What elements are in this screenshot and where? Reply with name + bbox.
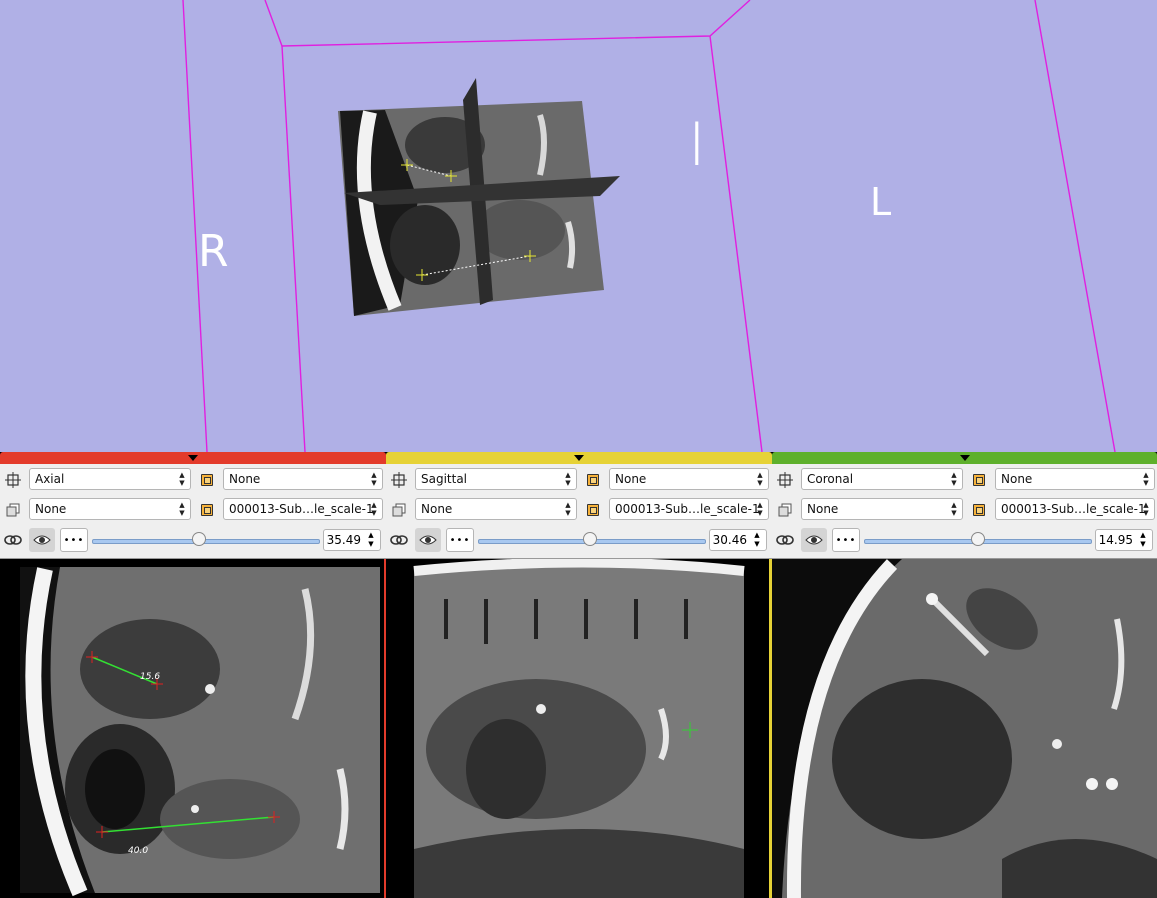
orientation-value: Sagittal — [421, 472, 468, 486]
slice-view-axial[interactable]: 15.6 40.0 — [0, 559, 386, 898]
background-volume-selector[interactable]: 000013-Sub…le_scale-1 ▲ ▼ — [609, 498, 769, 520]
label-map-value: None — [421, 502, 453, 516]
slice-panel-yellow: Sagittal ▲ ▼ None ▲ ▼ None ▲ ▼ 000013-Su… — [386, 452, 772, 898]
ruler-label-2: 40.0 — [128, 846, 148, 856]
slice-offset-spinbox[interactable]: 35.49 ▲ ▼ — [323, 529, 381, 551]
more-options-icon[interactable]: ••• — [60, 528, 88, 552]
orientation-value: Axial — [35, 472, 65, 486]
3d-view[interactable]: R I L — [0, 0, 1157, 452]
background-volume-value: 000013-Sub…le_scale-1 — [1001, 502, 1146, 516]
foreground-volume-icon[interactable] — [194, 468, 220, 492]
label-map-value: None — [35, 502, 67, 516]
slice-controller: Axial ▲ ▼ None ▲ ▼ None ▲ ▼ 000013-Sub…l… — [0, 464, 386, 559]
slice-controller: Coronal ▲ ▼ None ▲ ▼ None ▲ ▼ 000013-Sub… — [772, 464, 1157, 559]
foreground-volume-selector[interactable]: None ▲ ▼ — [995, 468, 1155, 490]
panel-collapse-icon[interactable] — [188, 455, 198, 461]
pin-icon[interactable] — [386, 468, 412, 492]
foreground-volume-selector[interactable]: None ▲ ▼ — [609, 468, 769, 490]
layers-icon[interactable] — [772, 498, 798, 522]
panel-collapse-icon[interactable] — [574, 455, 584, 461]
label-map-selector[interactable]: None ▲ ▼ — [801, 498, 963, 520]
3d-view-canvas[interactable] — [0, 0, 1157, 452]
background-volume-icon[interactable] — [580, 498, 606, 522]
ruler-label-1: 15.6 — [140, 672, 160, 682]
background-volume-icon[interactable] — [194, 498, 220, 522]
foreground-volume-icon[interactable] — [966, 468, 992, 492]
foreground-volume-value: None — [1001, 472, 1033, 486]
background-volume-value: 000013-Sub…le_scale-1 — [615, 502, 760, 516]
background-volume-icon[interactable] — [966, 498, 992, 522]
foreground-volume-value: None — [229, 472, 261, 486]
slice-offset-spinbox[interactable]: 14.95 ▲ ▼ — [1095, 529, 1153, 551]
eye-icon[interactable] — [415, 528, 441, 552]
foreground-volume-selector[interactable]: None ▲ ▼ — [223, 468, 383, 490]
orientation-selector[interactable]: Axial ▲ ▼ — [29, 468, 191, 490]
slice-panel-green: Coronal ▲ ▼ None ▲ ▼ None ▲ ▼ 000013-Sub… — [772, 452, 1157, 898]
pin-icon[interactable] — [0, 468, 26, 492]
eye-icon[interactable] — [801, 528, 827, 552]
foreground-volume-icon[interactable] — [580, 468, 606, 492]
label-map-selector[interactable]: None ▲ ▼ — [29, 498, 191, 520]
slice-offset-slider[interactable] — [92, 539, 320, 544]
layers-icon[interactable] — [386, 498, 412, 522]
panel-collapse-icon[interactable] — [959, 455, 970, 461]
slice-view-sagittal[interactable] — [386, 559, 772, 898]
eye-icon[interactable] — [29, 528, 55, 552]
background-volume-selector[interactable]: 000013-Sub…le_scale-1 ▲ ▼ — [223, 498, 383, 520]
orientation-selector[interactable]: Coronal ▲ ▼ — [801, 468, 963, 490]
slice-controller: Sagittal ▲ ▼ None ▲ ▼ None ▲ ▼ 000013-Su… — [386, 464, 772, 559]
orientation-label-right: R — [198, 226, 229, 277]
slice-panel-red: Axial ▲ ▼ None ▲ ▼ None ▲ ▼ 000013-Sub…l… — [0, 452, 386, 898]
slice-view-color-bar[interactable] — [0, 452, 386, 464]
slice-offset-value: 30.46 — [712, 533, 747, 547]
slice-offset-slider-handle[interactable] — [582, 532, 597, 546]
more-options-icon[interactable]: ••• — [832, 528, 860, 552]
slice-offset-value: 14.95 — [1098, 533, 1133, 547]
3d-slice-composite — [338, 78, 620, 316]
orientation-value: Coronal — [807, 472, 854, 486]
slice-offset-value: 35.49 — [326, 533, 361, 547]
pin-icon[interactable] — [772, 468, 798, 492]
foreground-volume-value: None — [615, 472, 647, 486]
slice-view-color-bar[interactable] — [772, 452, 1157, 464]
slice-offset-slider-handle[interactable] — [971, 532, 985, 546]
slice-view-coronal[interactable] — [772, 559, 1157, 898]
label-map-value: None — [807, 502, 839, 516]
label-map-selector[interactable]: None ▲ ▼ — [415, 498, 577, 520]
background-volume-value: 000013-Sub…le_scale-1 — [229, 502, 374, 516]
layers-icon[interactable] — [0, 498, 26, 522]
bounding-box — [182, 0, 1116, 452]
link-icon[interactable] — [772, 528, 798, 552]
link-icon[interactable] — [386, 528, 412, 552]
more-options-icon[interactable]: ••• — [446, 528, 474, 552]
orientation-label-left: L — [870, 180, 892, 224]
slice-view-color-bar[interactable] — [386, 452, 772, 464]
slice-offset-spinbox[interactable]: 30.46 ▲ ▼ — [709, 529, 767, 551]
orientation-selector[interactable]: Sagittal ▲ ▼ — [415, 468, 577, 490]
link-icon[interactable] — [0, 528, 26, 552]
orientation-label-inferior: I — [688, 110, 706, 180]
background-volume-selector[interactable]: 000013-Sub…le_scale-1 ▲ ▼ — [995, 498, 1155, 520]
